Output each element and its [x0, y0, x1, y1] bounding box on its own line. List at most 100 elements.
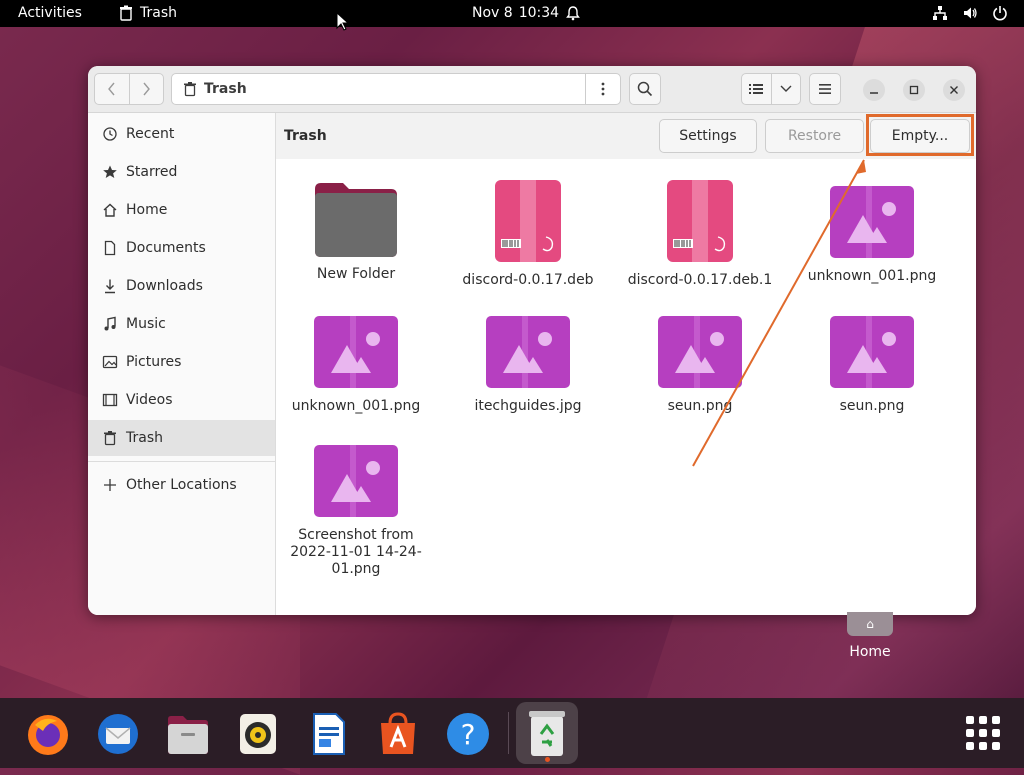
sidebar: Recent Starred Home Documents Downloads …	[88, 113, 276, 615]
dock: ?	[0, 698, 1024, 768]
chevron-down-icon	[780, 85, 792, 92]
home-icon	[103, 203, 117, 217]
app-menu[interactable]: Trash	[118, 5, 177, 21]
svg-text:?: ?	[461, 718, 476, 751]
breadcrumb[interactable]: Trash	[172, 81, 247, 97]
file-name: Screenshot from 2022-11-01 14-24-01.png	[290, 527, 422, 577]
deb-package-icon	[495, 180, 561, 262]
sidebar-item-starred[interactable]: Starred	[88, 154, 275, 190]
grid-dot	[992, 716, 1000, 724]
file-item[interactable]: unknown_001.png	[281, 315, 431, 415]
hamburger-icon	[819, 84, 831, 94]
dock-files[interactable]	[160, 706, 216, 762]
view-options-button[interactable]	[770, 74, 801, 104]
help-icon: ?	[447, 713, 489, 755]
dock-ubuntu-software[interactable]	[370, 706, 426, 762]
sidebar-item-label: Other Locations	[126, 477, 237, 493]
file-item[interactable]: itechguides.jpg	[453, 315, 603, 415]
mouse-cursor-icon	[336, 12, 350, 31]
restore-button[interactable]: Restore	[765, 119, 864, 153]
dock-rhythmbox[interactable]	[230, 706, 286, 762]
sidebar-item-other-locations[interactable]: Other Locations	[88, 467, 275, 503]
sidebar-item-label: Pictures	[126, 354, 182, 370]
plus-icon	[104, 479, 116, 491]
app-name: Trash	[140, 5, 177, 21]
document-icon	[104, 240, 116, 256]
folder-icon	[315, 183, 397, 257]
dock-separator	[508, 712, 509, 754]
dock-thunderbird[interactable]	[90, 706, 146, 762]
search-button[interactable]	[629, 73, 661, 105]
software-store-icon	[381, 712, 415, 754]
sidebar-item-pictures[interactable]: Pictures	[88, 344, 275, 380]
sidebar-item-music[interactable]: Music	[88, 306, 275, 342]
sidebar-item-home[interactable]: Home	[88, 192, 275, 228]
file-item[interactable]: Screenshot from 2022-11-01 14-24-01.png	[281, 444, 431, 578]
file-item[interactable]: New Folder	[281, 179, 431, 283]
dock-firefox[interactable]	[20, 706, 76, 762]
thunderbird-icon	[98, 714, 138, 754]
maximize-button[interactable]	[903, 79, 925, 101]
clock[interactable]: Nov 8 10:34	[472, 5, 581, 21]
grid-dot	[992, 729, 1000, 737]
file-name: itechguides.jpg	[474, 398, 582, 414]
grid-dot	[979, 742, 987, 750]
minimize-button[interactable]	[863, 79, 885, 101]
files-icon	[168, 716, 208, 754]
writer-icon	[313, 713, 345, 755]
grid-dot	[966, 716, 974, 724]
file-item[interactable]: discord-0.0.17.deb	[453, 179, 603, 289]
clock-icon	[103, 127, 117, 141]
sidebar-item-label: Downloads	[126, 278, 203, 294]
maximize-icon	[909, 85, 919, 95]
main-menu-button[interactable]	[809, 73, 841, 105]
sidebar-item-trash[interactable]: Trash	[88, 420, 275, 456]
activities-button[interactable]: Activities	[18, 5, 82, 21]
star-icon	[103, 165, 117, 178]
list-view-button[interactable]	[742, 74, 771, 104]
location-title: Trash	[284, 128, 327, 144]
file-name: New Folder	[316, 266, 396, 282]
sidebar-item-documents[interactable]: Documents	[88, 230, 275, 266]
system-tray[interactable]	[932, 5, 1008, 21]
grid-dot	[979, 729, 987, 737]
header-bar: Trash	[88, 66, 976, 113]
grid-dot	[966, 729, 974, 737]
desktop-home-icon[interactable]: ⌂ Home	[846, 612, 894, 660]
image-file-icon	[314, 316, 398, 388]
firefox-icon	[28, 715, 68, 755]
network-icon	[933, 6, 947, 20]
power-icon	[993, 6, 1007, 21]
music-icon	[104, 316, 116, 331]
bell-icon	[566, 6, 580, 21]
dock-libreoffice-writer[interactable]	[300, 706, 356, 762]
close-button[interactable]	[943, 79, 965, 101]
annotation-arrow	[692, 159, 866, 467]
sidebar-item-label: Trash	[126, 430, 163, 446]
path-menu-button[interactable]	[585, 74, 620, 104]
view-switcher	[741, 73, 801, 105]
chevron-left-icon	[107, 82, 115, 96]
sidebar-divider	[88, 461, 275, 462]
minimize-icon	[870, 92, 878, 94]
trash-icon	[184, 82, 196, 97]
show-apps-button[interactable]	[966, 716, 1000, 750]
history-nav	[94, 73, 164, 105]
dock-trash[interactable]	[516, 702, 578, 764]
back-button[interactable]	[95, 74, 129, 104]
chevron-right-icon	[143, 82, 151, 96]
path-bar[interactable]: Trash	[171, 73, 621, 105]
volume-icon	[964, 7, 977, 19]
settings-button[interactable]: Settings	[659, 119, 757, 153]
dock-help[interactable]: ?	[440, 706, 496, 762]
sidebar-item-videos[interactable]: Videos	[88, 382, 275, 418]
trash-icon	[104, 431, 116, 446]
sidebar-item-label: Videos	[126, 392, 173, 408]
sidebar-item-downloads[interactable]: Downloads	[88, 268, 275, 304]
sidebar-item-label: Documents	[126, 240, 206, 256]
forward-button[interactable]	[128, 74, 164, 104]
picture-icon	[102, 355, 118, 369]
running-indicator	[545, 757, 550, 762]
grid-dot	[992, 742, 1000, 750]
sidebar-item-recent[interactable]: Recent	[88, 116, 275, 152]
